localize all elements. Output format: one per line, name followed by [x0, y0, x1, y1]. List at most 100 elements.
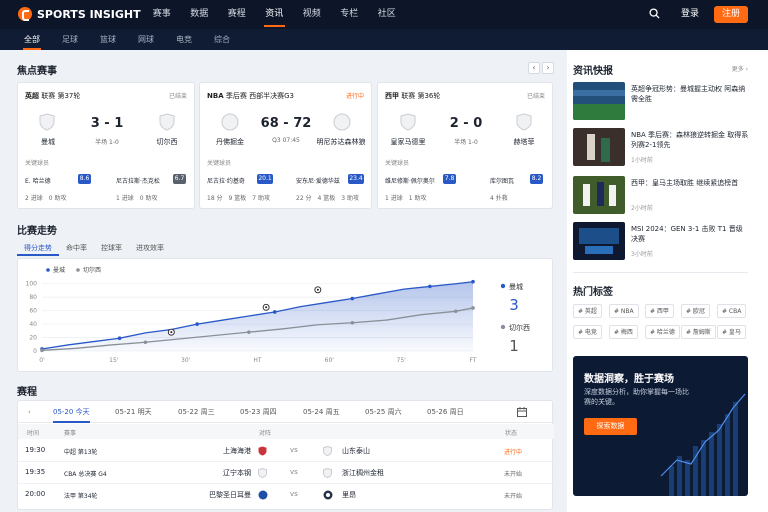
- data-point: [117, 336, 122, 341]
- score-value-away: 1: [509, 337, 519, 355]
- date-tab[interactable]: 05-20 今天: [53, 401, 90, 423]
- player-name[interactable]: 维尼修斯·佩尔奥尔: [385, 176, 435, 185]
- nav-item-data[interactable]: 数据: [181, 0, 219, 29]
- data-point: [428, 284, 432, 289]
- tag-premier-league[interactable]: # 英超: [573, 304, 602, 318]
- x-tick-label: 30': [181, 357, 191, 364]
- shield-icon: [323, 468, 332, 478]
- featured-pager: ‹ ›: [528, 62, 554, 74]
- player-stats: 1 进球 1 助攻: [385, 195, 427, 202]
- subnav-football[interactable]: 足球: [51, 29, 89, 50]
- match-event: CBA 总决赛 G4: [64, 471, 107, 478]
- tag-haaland[interactable]: # 哈兰德: [645, 325, 680, 339]
- tag-laliga[interactable]: # 西甲: [645, 304, 674, 318]
- match-card[interactable]: 英超 联赛 第37轮 已结束 曼城 3 - 1 半场 1-0 切尔西 关键球员 …: [17, 82, 195, 209]
- date-tab[interactable]: 05-24 周五: [303, 401, 340, 423]
- player-name[interactable]: 库尔图瓦: [490, 176, 514, 185]
- nav-item-community[interactable]: 社区: [368, 0, 406, 29]
- tag-james[interactable]: # 詹姆斯: [681, 325, 716, 339]
- away-team: 浙江稠州金租: [342, 469, 384, 477]
- tab-hit-rate[interactable]: 命中率: [59, 241, 94, 256]
- status-badge: 进行中: [504, 449, 523, 456]
- nav-item-events[interactable]: 赛事: [143, 0, 181, 29]
- match-card[interactable]: 西甲 联赛 第36轮 已结束 皇家马德里 2 - 0 半场 1-0 赫塔菲 关键…: [377, 82, 553, 209]
- date-tab[interactable]: 05-23 周四: [240, 401, 277, 423]
- player-name[interactable]: 尼古拉斯·杰克松: [116, 176, 160, 185]
- search-icon[interactable]: [649, 8, 660, 19]
- player-name[interactable]: 尼古拉·约基奇: [207, 176, 245, 185]
- tab-attack-efficiency[interactable]: 进攻效率: [129, 241, 171, 256]
- player-name[interactable]: 安东尼·爱德华兹: [296, 176, 340, 185]
- player-rating: 8.6: [78, 174, 91, 184]
- player-name[interactable]: E. 哈兰德: [25, 176, 51, 185]
- data-point: [272, 310, 277, 314]
- news-item[interactable]: 西甲：皇马主场取胜 继续紧追榜首 2小时前: [573, 176, 748, 214]
- news-time: 3小时前: [631, 251, 653, 258]
- match-state: 已结束: [168, 93, 187, 100]
- match-round: 联赛 第36轮: [401, 92, 441, 100]
- data-point: [471, 306, 475, 310]
- news-thumbnail: [573, 128, 625, 166]
- login-link[interactable]: 登录: [675, 0, 705, 29]
- goal-event-icon: [265, 306, 268, 309]
- prev-button[interactable]: ‹: [528, 62, 540, 74]
- tag-messi[interactable]: # 梅西: [609, 325, 638, 339]
- y-tick-label: 0: [33, 348, 37, 355]
- tag-real-madrid[interactable]: # 皇马: [717, 325, 746, 339]
- match-score: 3 - 1: [90, 116, 124, 131]
- subnav-esports[interactable]: 电竞: [165, 29, 203, 50]
- news-more-link[interactable]: 更多 ›: [732, 64, 748, 73]
- news-item[interactable]: 英超争冠形势：曼城握主动权 阿森纳需全胜: [573, 82, 748, 120]
- tag-cba[interactable]: # CBA: [717, 304, 747, 318]
- date-tab[interactable]: 05-25 周六: [365, 401, 402, 423]
- col-match: 对阵: [259, 430, 272, 437]
- table-row[interactable]: 20:00 法甲 第34轮 巴黎圣日耳曼 vs 里昂 未开始: [18, 484, 554, 506]
- news-headline: 英超争冠形势：曼城握主动权 阿森纳需全胜: [631, 85, 746, 103]
- half-score: 半场 1-0: [454, 139, 478, 146]
- divider: [573, 272, 748, 273]
- nav-item-schedule[interactable]: 赛程: [218, 0, 256, 29]
- sub-nav: 全部 足球 篮球 网球 电竞 综合: [13, 29, 241, 50]
- tag-nba[interactable]: # NBA: [609, 304, 639, 318]
- subnav-basketball[interactable]: 篮球: [89, 29, 127, 50]
- date-prev-button[interactable]: ‹: [28, 401, 31, 423]
- explore-data-button[interactable]: 探索数据: [584, 418, 637, 435]
- player-rating: 8.2: [530, 174, 543, 184]
- news-item[interactable]: NBA 季后赛：森林狼逆转掘金 取得系列赛2-1领先 1小时前: [573, 128, 748, 166]
- news-item[interactable]: MSI 2024：GEN 3-1 击败 T1 晋级决赛 3小时前: [573, 222, 748, 260]
- home-team: 皇家马德里: [390, 138, 426, 146]
- home-team: 巴黎圣日耳曼: [209, 491, 251, 499]
- news-thumbnail: [573, 82, 625, 120]
- data-point: [350, 320, 355, 325]
- tag-esports[interactable]: # 电竞: [573, 325, 602, 339]
- promo-text: 深度数据分析，助你掌握每一场比赛的关键。: [584, 388, 689, 406]
- subnav-tennis[interactable]: 网球: [127, 29, 165, 50]
- goal-event-icon: [316, 288, 319, 291]
- nav-item-video[interactable]: 视频: [293, 0, 331, 29]
- vs-label: vs: [290, 446, 298, 454]
- brand-name: SPORTS INSIGHT: [37, 7, 141, 21]
- data-point: [143, 340, 148, 345]
- date-tab[interactable]: 05-26 周日: [427, 401, 464, 423]
- date-tab[interactable]: 05-22 周三: [178, 401, 215, 423]
- logo[interactable]: SPORTS INSIGHT: [18, 7, 141, 21]
- date-tab[interactable]: 05-21 明天: [115, 401, 152, 423]
- register-button[interactable]: 注册: [714, 6, 748, 23]
- match-round: 联赛 第37轮: [41, 92, 81, 100]
- subnav-all[interactable]: 全部: [13, 29, 51, 50]
- table-row[interactable]: 19:35 CBA 总决赛 G4 辽宁本钢 vs 浙江稠州金租 未开始: [18, 462, 554, 484]
- tag-champions-league[interactable]: # 欧冠: [681, 304, 710, 318]
- away-team: 山东泰山: [342, 447, 370, 455]
- tab-possession[interactable]: 控球率: [94, 241, 129, 256]
- table-row[interactable]: 19:30 中超 第13轮 上海海港 vs 山东泰山 进行中: [18, 440, 554, 462]
- next-button[interactable]: ›: [542, 62, 554, 74]
- nav-item-columns[interactable]: 专栏: [331, 0, 369, 29]
- nav-item-news[interactable]: 资讯: [256, 0, 294, 29]
- tab-score-trend[interactable]: 得分走势: [17, 241, 59, 256]
- key-players-label: 关键球员: [385, 160, 410, 167]
- shield-icon: [516, 113, 532, 131]
- calendar-icon[interactable]: [517, 407, 527, 417]
- subnav-general[interactable]: 综合: [203, 29, 241, 50]
- match-card[interactable]: NBA 季后赛 西部半决赛G3 进行中 丹佛掘金 68 - 72 Q3 07:4…: [199, 82, 372, 209]
- home-team: 辽宁本钢: [223, 469, 251, 477]
